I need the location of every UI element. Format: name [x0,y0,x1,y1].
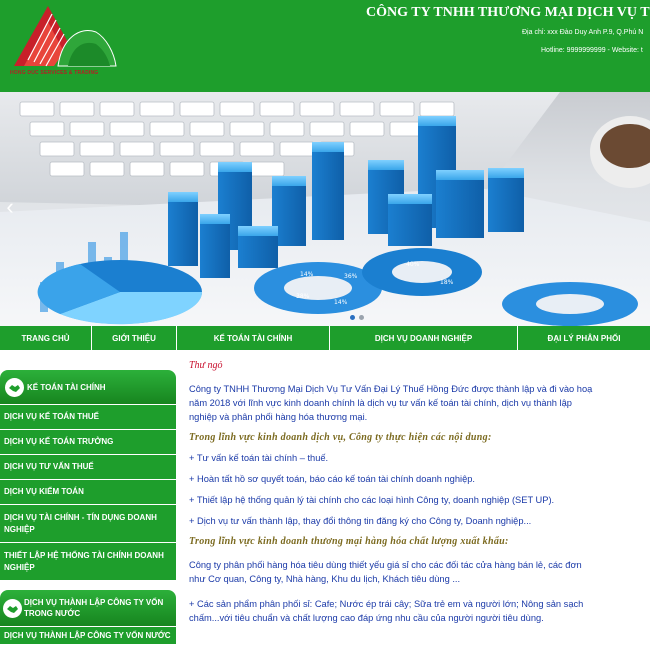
service-item: + Dịch vụ tư vấn thành lập, thay đổi thô… [189,516,532,526]
nav-item-accounting[interactable]: KẾ TOÁN TÀI CHÍNH [177,326,330,350]
sidebar-heading-2-label: DỊCH VỤ THÀNH LẬP CÔNG TY VỐN TRONG NƯỚC [24,598,164,618]
banner-illustration: 14% 36% 38% 14% 40% 18% [0,92,650,326]
slider-dots [350,315,364,320]
pie-label: 14% [334,299,348,306]
slider-dot-2[interactable] [359,315,364,320]
section-title-services: Trong lĩnh vực kinh doanh dịch vụ, Công … [189,432,492,443]
section-title-trade: Trong lĩnh vực kinh doanh thương mại hàn… [189,536,509,547]
sidebar-item-finance-credit[interactable]: DỊCH VỤ TÀI CHÍNH - TÍN DỤNG DOANH NGHIỆ… [0,504,176,542]
chevron-left-icon[interactable]: ‹ [2,196,18,218]
trade-products-line: + Các sản phẩm phân phối sỉ: Cafe; Nước … [189,599,584,609]
handshake-icon [3,598,22,618]
service-item: + Hoàn tất hồ sơ quyết toán, báo cáo kế … [189,474,475,484]
sidebar-item-finance-system[interactable]: THIẾT LẬP HỆ THỐNG TÀI CHÍNH DOANH NGHIỆ… [0,542,176,580]
intro-line: Công ty TNHH Thương Mại Dịch Vụ Tư Vấn Đ… [189,384,593,394]
logo-text: HONG DUC SERVICES & TRADING [10,70,99,76]
nav-item-distribution[interactable]: ĐẠI LÝ PHÂN PHỐI [518,326,650,350]
sidebar: KẾ TOÁN TÀI CHÍNH DỊCH VỤ KẾ TOÁN THUẾ D… [0,370,176,650]
intro-title: Thư ngỏ [189,360,223,371]
service-item: + Thiết lập hệ thống quản lý tài chính c… [189,495,555,505]
main-content: Thư ngỏ Công ty TNHH Thương Mại Dịch Vụ … [189,360,650,650]
trade-line: như Cơ quan, Công ty, Nhà hàng, Khu du l… [189,574,461,584]
handshake-icon [5,377,24,397]
intro-line: năm 2018 với lĩnh vực kinh doanh chính l… [189,398,572,408]
sidebar-item-audit[interactable]: DỊCH VỤ KIỂM TOÁN [0,479,176,504]
sidebar-heading-2: DỊCH VỤ THÀNH LẬP CÔNG TY VỐN TRONG NƯỚC [0,590,176,626]
service-item: + Tư vấn kế toán tài chính – thuế. [189,453,329,463]
pie-label: 14% [300,271,314,278]
company-logo[interactable] [6,0,120,80]
sidebar-item-chief-accountant[interactable]: DỊCH VỤ KẾ TOÁN TRƯỞNG [0,429,176,454]
company-name: CÔNG TY TNHH THƯƠNG MẠI DỊCH VỤ TƯ VẤN Đ… [366,5,650,20]
sidebar-item-tax-accounting[interactable]: DỊCH VỤ KẾ TOÁN THUẾ [0,404,176,429]
sidebar-heading-label: KẾ TOÁN TÀI CHÍNH [27,382,106,392]
intro-line: nghiệp và phân phối hàng hóa thương mại. [189,412,368,422]
main-nav: TRANG CHỦ GIỚI THIỆU KẾ TOÁN TÀI CHÍNH D… [0,326,650,350]
nav-item-business-services[interactable]: DỊCH VỤ DOANH NGHIỆP [330,326,518,350]
site-header: HONG DUC SERVICES & TRADING CÔNG TY TNHH… [0,0,650,92]
sidebar-item-foreign-company[interactable]: DỊCH VỤ THÀNH LẬP CÔNG TY VỐN NƯỚC [0,626,176,644]
hotline-website: Hotline: 9999999999 - Website: t [541,47,643,54]
nav-item-about[interactable]: GIỚI THIỆU [92,326,177,350]
trade-line: Công ty phân phối hàng hóa tiêu dùng thi… [189,560,582,570]
pie-label: 40% [406,261,420,268]
company-address: Địa chỉ: xxx Đào Duy Anh P.9, Q.Phú N [522,29,644,36]
pie-label: 18% [440,279,454,286]
pie-label: 38% [296,293,310,300]
hero-banner: 14% 36% 38% 14% 40% 18% ‹ [0,92,650,326]
nav-item-home[interactable]: TRANG CHỦ [0,326,92,350]
sidebar-heading: KẾ TOÁN TÀI CHÍNH [0,370,176,404]
sidebar-item-tax-consulting[interactable]: DỊCH VỤ TƯ VẤN THUẾ [0,454,176,479]
slider-dot-1[interactable] [350,315,355,320]
pie-label: 36% [344,273,358,280]
trade-products-line: chấm...với tiêu chuẩn và chất lượng cao … [189,613,544,623]
